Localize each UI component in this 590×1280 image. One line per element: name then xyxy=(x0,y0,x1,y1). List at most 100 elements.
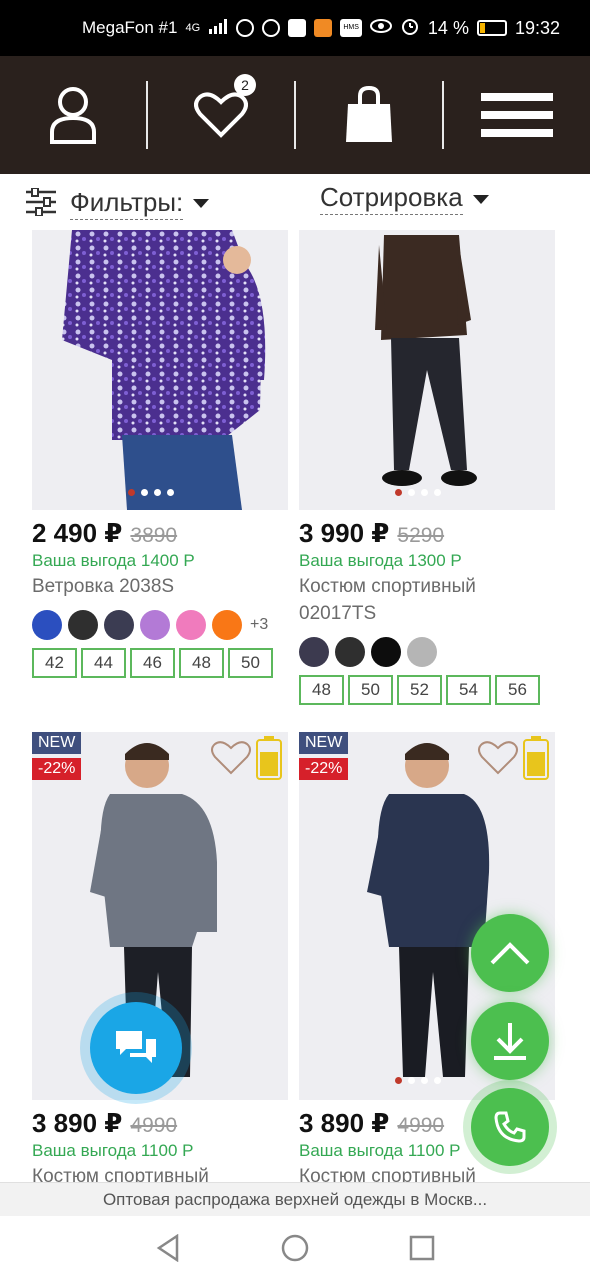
home-icon[interactable] xyxy=(281,1234,309,1262)
color-swatch[interactable] xyxy=(371,637,401,667)
size-option[interactable]: 50 xyxy=(228,648,273,678)
size-option[interactable]: 54 xyxy=(446,675,491,705)
chat-button[interactable] xyxy=(90,1002,182,1094)
old-price: 3890 xyxy=(130,524,178,547)
product-card[interactable]: NEW -22% 3 890 ₽4990 Ваша выгода 1100 Р … xyxy=(32,732,290,1190)
filters-dropdown[interactable]: Фильтры: xyxy=(70,186,210,220)
product-image[interactable] xyxy=(32,230,288,510)
browser-page-title[interactable]: Оптовая распродажа верхней одежды в Моск… xyxy=(0,1182,590,1216)
product-name[interactable]: Ветровка 2038S xyxy=(32,573,290,600)
shopping-bag-icon xyxy=(346,86,392,142)
price: 2 490 ₽ 3890 xyxy=(32,518,290,549)
product-card[interactable]: 2 490 ₽ 3890 Ваша выгода 1400 Р Ветровка … xyxy=(32,230,290,678)
savings-text: Ваша выгода 1300 Р xyxy=(299,551,462,570)
signal-icon xyxy=(208,18,228,39)
color-swatch[interactable] xyxy=(299,637,329,667)
carrier-name: MegaFon #1 xyxy=(82,18,178,37)
new-badge: NEW xyxy=(299,732,349,754)
size-options: 48 50 52 54 56 xyxy=(299,675,557,705)
more-colors[interactable]: +3 xyxy=(250,616,268,634)
app-notification-icon xyxy=(314,19,333,37)
hamburger-icon xyxy=(481,83,553,147)
product-name[interactable]: Костюм спортивный 02017TS xyxy=(299,573,557,627)
color-swatch[interactable] xyxy=(176,610,206,640)
size-option[interactable]: 46 xyxy=(130,648,175,678)
current-price: 3 890 ₽ xyxy=(32,1108,123,1138)
product-photo xyxy=(375,235,477,486)
price: 3 890 ₽ 4990 xyxy=(32,1108,290,1139)
savings-text: Ваша выгода 1100 Р xyxy=(32,1141,194,1160)
heart-icon xyxy=(194,92,248,138)
color-swatch[interactable] xyxy=(212,610,242,640)
chevron-up-icon xyxy=(490,942,530,965)
size-options: 42 44 46 48 50 xyxy=(32,648,290,678)
alarm-icon xyxy=(400,16,420,41)
savings-text: Ваша выгода 1400 Р xyxy=(32,551,195,570)
wishlist-count-badge: 2 xyxy=(234,74,256,96)
phone-icon xyxy=(494,1111,526,1143)
network-type: 4G xyxy=(185,22,201,34)
color-swatches xyxy=(299,637,557,667)
image-carousel-dots[interactable] xyxy=(128,489,174,496)
account-button[interactable] xyxy=(0,56,146,174)
size-option[interactable]: 48 xyxy=(179,648,224,678)
color-swatch[interactable] xyxy=(407,637,437,667)
filter-bar: Фильтры: Сотрировка xyxy=(0,174,590,230)
size-option[interactable]: 56 xyxy=(495,675,540,705)
wishlist-button[interactable]: 2 xyxy=(148,56,294,174)
current-price: 3 990 ₽ xyxy=(299,518,390,548)
current-price: 3 890 ₽ xyxy=(299,1108,390,1138)
old-price: 4990 xyxy=(130,1114,178,1137)
hms-icon: HMS xyxy=(340,19,363,37)
notification-icon xyxy=(288,19,307,37)
call-button[interactable] xyxy=(471,1088,549,1166)
person-icon xyxy=(50,87,96,144)
filters-label: Фильтры: xyxy=(70,186,184,220)
cart-button[interactable] xyxy=(296,56,442,174)
battery-icon xyxy=(476,20,507,36)
size-option[interactable]: 48 xyxy=(299,675,344,705)
product-card[interactable]: 3 990 ₽ 5290 Ваша выгода 1300 Р Костюм сп… xyxy=(299,230,557,705)
status-bar: MegaFon #1 4G HMS 14 % 19:32 xyxy=(0,0,590,56)
new-badge: NEW xyxy=(32,732,82,754)
size-option[interactable]: 42 xyxy=(32,648,77,678)
chat-icon xyxy=(116,1031,156,1063)
size-option[interactable]: 50 xyxy=(348,675,393,705)
image-carousel-dots[interactable] xyxy=(395,1077,441,1084)
battery-icon xyxy=(256,736,282,780)
color-swatches: +3 xyxy=(32,610,290,640)
heart-icon[interactable] xyxy=(477,740,519,776)
size-option[interactable]: 44 xyxy=(81,648,126,678)
old-price: 4990 xyxy=(397,1114,445,1137)
image-carousel-dots[interactable] xyxy=(395,489,441,496)
menu-button[interactable] xyxy=(444,56,590,174)
eye-icon xyxy=(369,18,392,39)
product-photo xyxy=(62,230,266,510)
discount-badge: -22% xyxy=(299,758,349,780)
battery-icon xyxy=(523,736,549,780)
recent-apps-icon[interactable] xyxy=(409,1235,435,1261)
old-price: 5290 xyxy=(397,524,445,547)
back-icon[interactable] xyxy=(155,1234,181,1262)
price: 3 990 ₽ 5290 xyxy=(299,518,557,549)
viber-icon xyxy=(262,19,281,37)
system-navigation-bar xyxy=(0,1216,590,1280)
sort-dropdown[interactable]: Сотрировка xyxy=(320,182,489,215)
size-option[interactable]: 52 xyxy=(397,675,442,705)
color-swatch[interactable] xyxy=(32,610,62,640)
top-navigation: 2 xyxy=(0,56,590,174)
scroll-up-button[interactable] xyxy=(471,914,549,992)
download-button[interactable] xyxy=(471,1002,549,1080)
color-swatch[interactable] xyxy=(68,610,98,640)
sliders-icon[interactable] xyxy=(26,188,56,216)
color-swatch[interactable] xyxy=(335,637,365,667)
current-price: 2 490 ₽ xyxy=(32,518,123,548)
heart-icon[interactable] xyxy=(210,740,252,776)
product-image[interactable] xyxy=(299,230,555,510)
hotspot-icon xyxy=(236,19,255,37)
color-swatch[interactable] xyxy=(104,610,134,640)
sort-label: Сотрировка xyxy=(320,182,463,215)
download-icon xyxy=(494,1023,526,1060)
color-swatch[interactable] xyxy=(140,610,170,640)
chevron-down-icon xyxy=(472,194,489,204)
